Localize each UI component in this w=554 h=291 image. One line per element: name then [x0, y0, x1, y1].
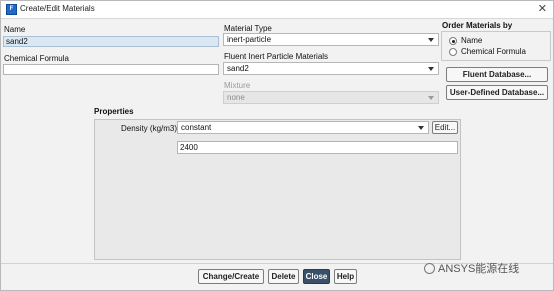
properties-title: Properties: [94, 107, 134, 116]
delete-button[interactable]: Delete: [268, 269, 299, 284]
material-type-label: Material Type: [224, 24, 272, 33]
fluent-app-icon: F: [6, 4, 17, 15]
change-create-button[interactable]: Change/Create: [198, 269, 264, 284]
density-method-value: constant: [181, 123, 212, 132]
mixture-value: none: [227, 93, 245, 102]
order-materials-group: Name Chemical Formula: [441, 31, 551, 61]
chemical-formula-label: Chemical Formula: [4, 54, 69, 63]
chat-bubble-icon: [424, 262, 435, 274]
edit-density-button[interactable]: Edit...: [432, 121, 458, 134]
name-label: Name: [4, 25, 26, 34]
chevron-down-icon: [418, 126, 424, 130]
name-field[interactable]: sand2: [3, 36, 219, 47]
close-icon[interactable]: ✕: [538, 2, 547, 15]
fluent-database-button[interactable]: Fluent Database...: [446, 67, 548, 82]
close-button[interactable]: Close: [303, 269, 330, 284]
order-by-name-label: Name: [461, 36, 483, 45]
density-label: Density (kg/m3): [121, 124, 178, 133]
chemical-formula-field[interactable]: [3, 64, 219, 75]
title-bar: F Create/Edit Materials ✕: [1, 1, 553, 19]
chevron-down-icon: [428, 67, 434, 71]
mixture-label: Mixture: [224, 81, 251, 90]
material-type-value: inert-particle: [227, 35, 272, 44]
material-type-select[interactable]: inert-particle: [223, 33, 439, 46]
chevron-down-icon: [428, 38, 434, 42]
order-by-name-radio[interactable]: [449, 37, 457, 45]
chevron-down-icon: [428, 96, 434, 100]
fluent-materials-value: sand2: [227, 64, 249, 73]
user-defined-database-button[interactable]: User-Defined Database...: [446, 85, 548, 100]
mixture-select: none: [223, 91, 439, 104]
order-by-formula-radio[interactable]: [449, 48, 457, 56]
help-button[interactable]: Help: [334, 269, 357, 284]
fluent-materials-label: Fluent Inert Particle Materials: [224, 52, 329, 61]
order-materials-title: Order Materials by: [442, 21, 513, 30]
properties-panel: Density (kg/m3) constant Edit... 2400: [94, 119, 461, 260]
watermark-text: ANSYS能源在线: [438, 263, 520, 275]
materials-dialog: F Create/Edit Materials ✕ Name sand2 Che…: [0, 0, 554, 291]
order-by-formula-label: Chemical Formula: [461, 47, 526, 56]
fluent-materials-select[interactable]: sand2: [223, 62, 439, 75]
window-title: Create/Edit Materials: [20, 4, 95, 13]
density-value-field[interactable]: 2400: [177, 141, 458, 154]
density-method-select[interactable]: constant: [177, 121, 429, 134]
watermark: ANSYS能源在线: [424, 260, 519, 276]
